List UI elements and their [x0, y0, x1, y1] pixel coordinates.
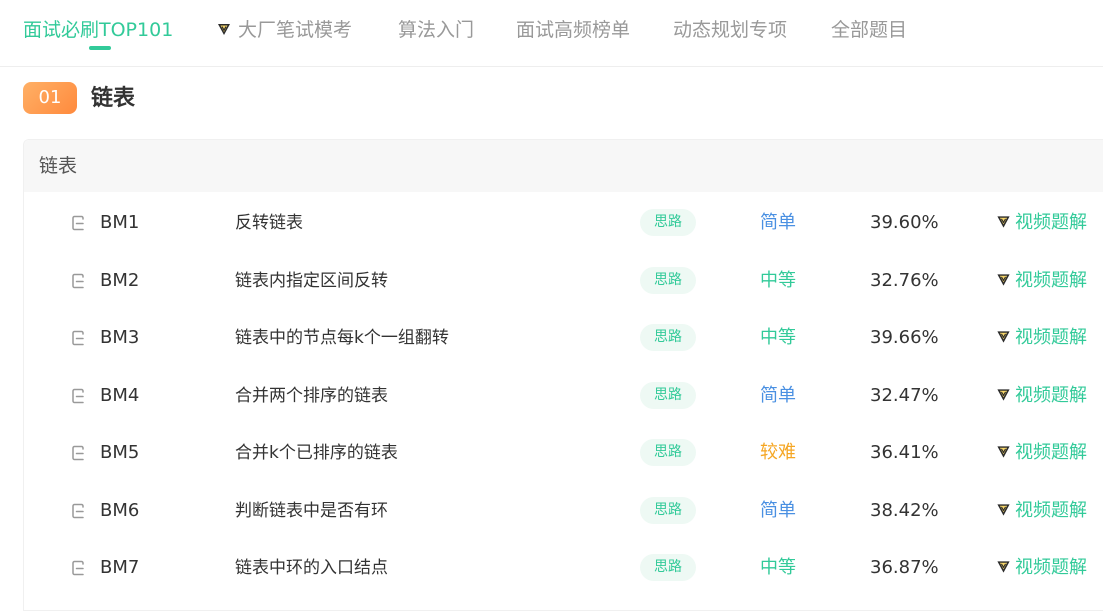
question-row[interactable]: BM7 链表中环的入口结点 思路 中等 36.87% 视频题解	[24, 541, 1103, 598]
video-solution-link[interactable]: 视频题解	[996, 323, 1087, 353]
idea-tag-button[interactable]: 思路	[640, 267, 696, 294]
question-title-link[interactable]: 链表中的节点每k个一组翻转	[235, 323, 449, 353]
difficulty-label: 简单	[760, 385, 796, 406]
pass-rate: 39.60%	[870, 212, 939, 233]
question-title-link[interactable]: 反转链表	[235, 208, 303, 238]
vip-badge-icon	[218, 24, 230, 35]
difficulty-label: 较难	[760, 442, 796, 463]
question-title-link[interactable]: 判断链表中是否有环	[235, 496, 388, 526]
question-row[interactable]: BM5 合并k个已排序的链表 思路 较难 36.41% 视频题解	[24, 426, 1103, 483]
question-title-link[interactable]: 合并两个排序的链表	[235, 381, 388, 411]
card-header: 链表	[24, 140, 1103, 192]
question-id: BM7	[100, 557, 140, 578]
question-id: BM4	[100, 385, 140, 406]
pass-rate: 32.47%	[870, 385, 939, 406]
unattempted-status-icon	[72, 215, 84, 231]
video-solution-link[interactable]: 视频题解	[996, 438, 1087, 468]
tab-bar: 面试必刷TOP101 大厂笔试模考 算法入门 面试高频榜单 动态规划专项 全部题…	[0, 0, 1103, 67]
tab-label: 大厂笔试模考	[238, 19, 353, 41]
question-row[interactable]: BM4 合并两个排序的链表 思路 简单 32.47% 视频题解	[24, 369, 1103, 426]
difficulty-label: 中等	[760, 270, 796, 291]
video-solution-link[interactable]: 视频题解	[996, 208, 1087, 238]
question-id: BM5	[100, 442, 140, 463]
unattempted-status-icon	[72, 503, 84, 519]
unattempted-status-icon	[72, 560, 84, 576]
tab-label: 面试高频榜单	[516, 19, 631, 41]
question-row[interactable]: BM1 反转链表 思路 简单 39.60% 视频题解	[24, 196, 1103, 253]
unattempted-status-icon	[72, 445, 84, 461]
tab-label: 全部题目	[831, 19, 908, 41]
video-solution-label: 视频题解	[1015, 327, 1087, 348]
pass-rate: 39.66%	[870, 327, 939, 348]
vip-badge-icon	[997, 216, 1010, 228]
video-solution-link[interactable]: 视频题解	[996, 266, 1087, 296]
question-title-link[interactable]: 链表中环的入口结点	[235, 553, 388, 583]
question-row[interactable]: BM6 判断链表中是否有环 思路 简单 38.42% 视频题解	[24, 484, 1103, 541]
tab-label: 动态规划专项	[673, 19, 788, 41]
vip-badge-icon	[997, 389, 1010, 401]
idea-tag-button[interactable]: 思路	[640, 324, 696, 351]
idea-tag-button[interactable]: 思路	[640, 439, 696, 466]
question-row[interactable]: BM3 链表中的节点每k个一组翻转 思路 中等 39.66% 视频题解	[24, 311, 1103, 368]
difficulty-label: 简单	[760, 500, 796, 521]
vip-badge-icon	[997, 561, 1010, 573]
video-solution-link[interactable]: 视频题解	[996, 553, 1087, 583]
pass-rate: 38.42%	[870, 500, 939, 521]
active-tab-indicator	[89, 46, 111, 50]
question-id: BM3	[100, 327, 140, 348]
idea-tag-button[interactable]: 思路	[640, 382, 696, 409]
question-row[interactable]: BM2 链表内指定区间反转 思路 中等 32.76% 视频题解	[24, 254, 1103, 311]
section-title: 链表	[91, 86, 136, 111]
vip-badge-icon	[997, 504, 1010, 516]
question-id: BM1	[100, 212, 140, 233]
idea-tag-button[interactable]: 思路	[640, 497, 696, 524]
difficulty-label: 中等	[760, 557, 796, 578]
unattempted-status-icon	[72, 330, 84, 346]
vip-badge-icon	[997, 274, 1010, 286]
video-solution-label: 视频题解	[1015, 442, 1087, 463]
tab-top101[interactable]: 面试必刷TOP101	[23, 15, 173, 45]
tab-interview-hot[interactable]: 面试高频榜单	[516, 15, 630, 45]
pass-rate: 32.76%	[870, 270, 939, 291]
card-title: 链表	[39, 155, 78, 177]
unattempted-status-icon	[72, 273, 84, 289]
difficulty-label: 中等	[760, 327, 796, 348]
unattempted-status-icon	[72, 388, 84, 404]
section-number-badge: 01	[23, 82, 77, 114]
idea-tag-button[interactable]: 思路	[640, 554, 696, 581]
tab-label: 面试必刷TOP101	[23, 19, 174, 41]
tab-algorithm-intro[interactable]: 算法入门	[398, 15, 474, 45]
video-solution-link[interactable]: 视频题解	[996, 496, 1087, 526]
pass-rate: 36.87%	[870, 557, 939, 578]
tab-all-questions[interactable]: 全部题目	[831, 15, 907, 45]
video-solution-link[interactable]: 视频题解	[996, 381, 1087, 411]
video-solution-label: 视频题解	[1015, 385, 1087, 406]
tab-company-exam[interactable]: 大厂笔试模考	[216, 15, 352, 45]
difficulty-label: 简单	[760, 212, 796, 233]
video-solution-label: 视频题解	[1015, 270, 1087, 291]
pass-rate: 36.41%	[870, 442, 939, 463]
video-solution-label: 视频题解	[1015, 212, 1087, 233]
tab-label: 算法入门	[398, 19, 475, 41]
idea-tag-button[interactable]: 思路	[640, 209, 696, 236]
vip-badge-icon	[997, 446, 1010, 458]
question-id: BM2	[100, 270, 140, 291]
video-solution-label: 视频题解	[1015, 557, 1087, 578]
question-id: BM6	[100, 500, 140, 521]
video-solution-label: 视频题解	[1015, 500, 1087, 521]
question-list-card: 链表 BM1 反转链表 思路 简单 39.60% 视频题解 BM2 链表内指定区间反转 思路 中等…	[23, 139, 1103, 611]
tab-dynamic-programming[interactable]: 动态规划专项	[673, 15, 787, 45]
question-title-link[interactable]: 链表内指定区间反转	[235, 266, 388, 296]
vip-badge-icon	[997, 331, 1010, 343]
question-title-link[interactable]: 合并k个已排序的链表	[235, 438, 398, 468]
